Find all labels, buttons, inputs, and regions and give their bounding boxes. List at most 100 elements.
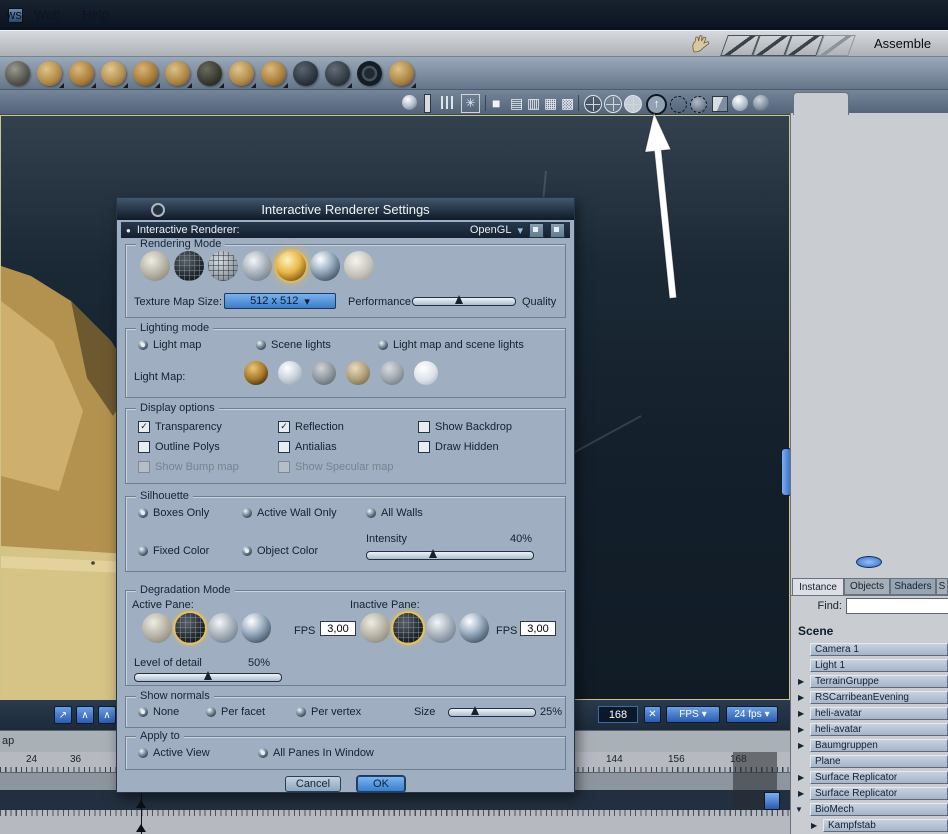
levels-icon[interactable]: [441, 96, 455, 109]
scene-root-label[interactable]: Scene: [798, 624, 833, 638]
shaded-globe-icon[interactable]: [604, 95, 622, 113]
light-map-gold-icon[interactable]: [244, 361, 268, 385]
split-horizontal-icon[interactable]: ▤: [510, 96, 523, 110]
timeline-scrollbar-track[interactable]: [0, 790, 790, 810]
split-vertical-icon[interactable]: ▥: [527, 96, 540, 110]
radio-object-color[interactable]: Object Color: [242, 545, 318, 557]
checkbox-transparency[interactable]: ✓ Transparency: [138, 421, 278, 433]
fps-dropdown[interactable]: FPS ▾: [666, 706, 720, 723]
render-target-icon[interactable]: [357, 60, 382, 86]
render-mode-wireframe-dark-icon[interactable]: [174, 251, 204, 281]
expander-icon[interactable]: ▶: [798, 742, 804, 750]
light-map-soft-icon[interactable]: [380, 361, 404, 385]
menu-web[interactable]: Web: [30, 5, 65, 24]
active-degradation-flat-icon[interactable]: [142, 613, 172, 643]
slider-tool-icon[interactable]: [424, 94, 431, 113]
light-map-tan-icon[interactable]: [346, 361, 370, 385]
render-mode-shiny-icon[interactable]: [310, 251, 340, 281]
dashed-circle-icon[interactable]: [670, 96, 687, 113]
snowflake-icon[interactable]: ✳: [461, 94, 480, 113]
expander-icon[interactable]: ▶: [798, 726, 804, 734]
expander-icon-expanded[interactable]: ▼: [795, 806, 803, 814]
render-mode-faceted-icon[interactable]: [344, 251, 374, 281]
radio-all-walls[interactable]: All Walls: [366, 507, 423, 519]
auto-center-icon[interactable]: ↑: [646, 94, 667, 115]
camera-icon[interactable]: [293, 60, 318, 86]
expander-icon[interactable]: ▶: [798, 774, 804, 782]
timeline-subruler[interactable]: [0, 810, 790, 834]
radio-fixed-color[interactable]: Fixed Color: [138, 545, 209, 557]
active-degradation-wireframe-icon-selected[interactable]: [175, 613, 205, 643]
timeline-edit-button[interactable]: ↗: [54, 706, 72, 724]
cancel-button[interactable]: Cancel: [285, 776, 341, 792]
tree-item-heli-avatar-2[interactable]: heli-avatar: [810, 723, 948, 736]
current-frame-field[interactable]: 168: [598, 706, 638, 723]
plant-icon[interactable]: [69, 60, 96, 88]
radio-per-vertex[interactable]: Per vertex: [296, 706, 361, 718]
tab-objects[interactable]: Objects: [844, 578, 890, 595]
radio-scene-lights[interactable]: Scene lights: [256, 339, 331, 351]
radio-active-view[interactable]: Active View: [138, 747, 210, 759]
chevron-down-icon[interactable]: ▾: [517, 224, 523, 237]
save-settings-icon[interactable]: [529, 222, 544, 238]
keyframe-marker[interactable]: [136, 800, 146, 808]
checkbox-draw-hidden[interactable]: Draw Hidden: [418, 441, 558, 453]
expander-icon[interactable]: ▶: [798, 678, 804, 686]
checkbox-outline-polys[interactable]: Outline Polys: [138, 441, 278, 453]
inactive-degradation-smooth-icon[interactable]: [426, 613, 456, 643]
tree-item-baumgruppen[interactable]: Baumgruppen: [810, 739, 948, 752]
tree-item-terraingruppe[interactable]: TerrainGruppe: [810, 675, 948, 688]
light-icon[interactable]: [325, 60, 352, 88]
light-map-gray-icon[interactable]: [312, 361, 336, 385]
expander-icon[interactable]: ▶: [811, 822, 817, 830]
active-degradation-shiny-icon[interactable]: [241, 613, 271, 643]
active-fps-field[interactable]: [320, 621, 356, 636]
level-of-detail-slider[interactable]: [134, 671, 282, 682]
hand-tool-icon[interactable]: [690, 33, 714, 54]
radio-all-panes[interactable]: All Panes In Window: [258, 747, 374, 759]
inactive-degradation-shiny-icon[interactable]: [459, 613, 489, 643]
close-timeline-button[interactable]: ✕: [644, 706, 661, 723]
cube-display-icon[interactable]: [712, 96, 728, 112]
radio-active-wall-only[interactable]: Active Wall Only: [242, 507, 337, 519]
wrench-icon[interactable]: [389, 60, 416, 88]
thorn-plant-icon[interactable]: [197, 60, 224, 88]
find-input[interactable]: [846, 598, 948, 614]
menu-windows[interactable]: ws: [2, 5, 26, 24]
assemble-mode-label[interactable]: Assemble: [874, 36, 931, 51]
tree-item-heli-avatar-1[interactable]: heli-avatar: [810, 707, 948, 720]
framerate-dropdown[interactable]: 24 fps ▾: [726, 706, 778, 723]
active-degradation-smooth-icon[interactable]: [208, 613, 238, 643]
spray-icon[interactable]: [261, 60, 288, 88]
dashed-sphere-icon[interactable]: [690, 96, 707, 113]
radio-boxes-only[interactable]: Boxes Only: [138, 507, 209, 519]
gray-sphere-icon[interactable]: [753, 95, 769, 111]
render-mode-wireframe-icon[interactable]: [208, 251, 238, 281]
tree-item-camera[interactable]: Camera 1: [810, 643, 948, 656]
rocks-icon[interactable]: [5, 60, 30, 86]
render-mode-smooth-icon[interactable]: [242, 251, 272, 281]
tab-instance[interactable]: Instance: [792, 578, 844, 596]
renderer-engine-value[interactable]: OpenGL: [470, 224, 512, 236]
tab-partial[interactable]: S: [936, 578, 948, 595]
tree-item-plane[interactable]: Plane: [810, 755, 948, 768]
tree-item-rscarribeanevening[interactable]: RSCarribeanEvening: [810, 691, 948, 704]
inactive-fps-field[interactable]: [520, 621, 556, 636]
checkbox-reflection[interactable]: ✓ Reflection: [278, 421, 418, 433]
tree-item-biomech[interactable]: BioMech: [810, 803, 948, 816]
cloud-icon[interactable]: [101, 60, 128, 88]
textured-globe-icon[interactable]: [624, 95, 642, 113]
tab-shaders[interactable]: Shaders: [890, 578, 936, 595]
keyframe-marker[interactable]: [136, 824, 146, 832]
flame-icon[interactable]: [133, 60, 160, 88]
stone-icon[interactable]: [165, 60, 192, 88]
tree-item-surface-replicator-2[interactable]: Surface Replicator: [810, 787, 948, 800]
performance-quality-slider[interactable]: [412, 295, 516, 306]
checkbox-show-backdrop[interactable]: Show Backdrop: [418, 421, 558, 433]
radio-per-facet[interactable]: Per facet: [206, 706, 265, 718]
tree-item-light[interactable]: Light 1: [810, 659, 948, 672]
custom-pane-icon[interactable]: ▩: [561, 96, 574, 110]
tree-item-surface-replicator-1[interactable]: Surface Replicator: [810, 771, 948, 784]
timeline-scroll-thumb[interactable]: [764, 792, 780, 810]
inactive-degradation-wireframe-icon-selected[interactable]: [393, 613, 423, 643]
